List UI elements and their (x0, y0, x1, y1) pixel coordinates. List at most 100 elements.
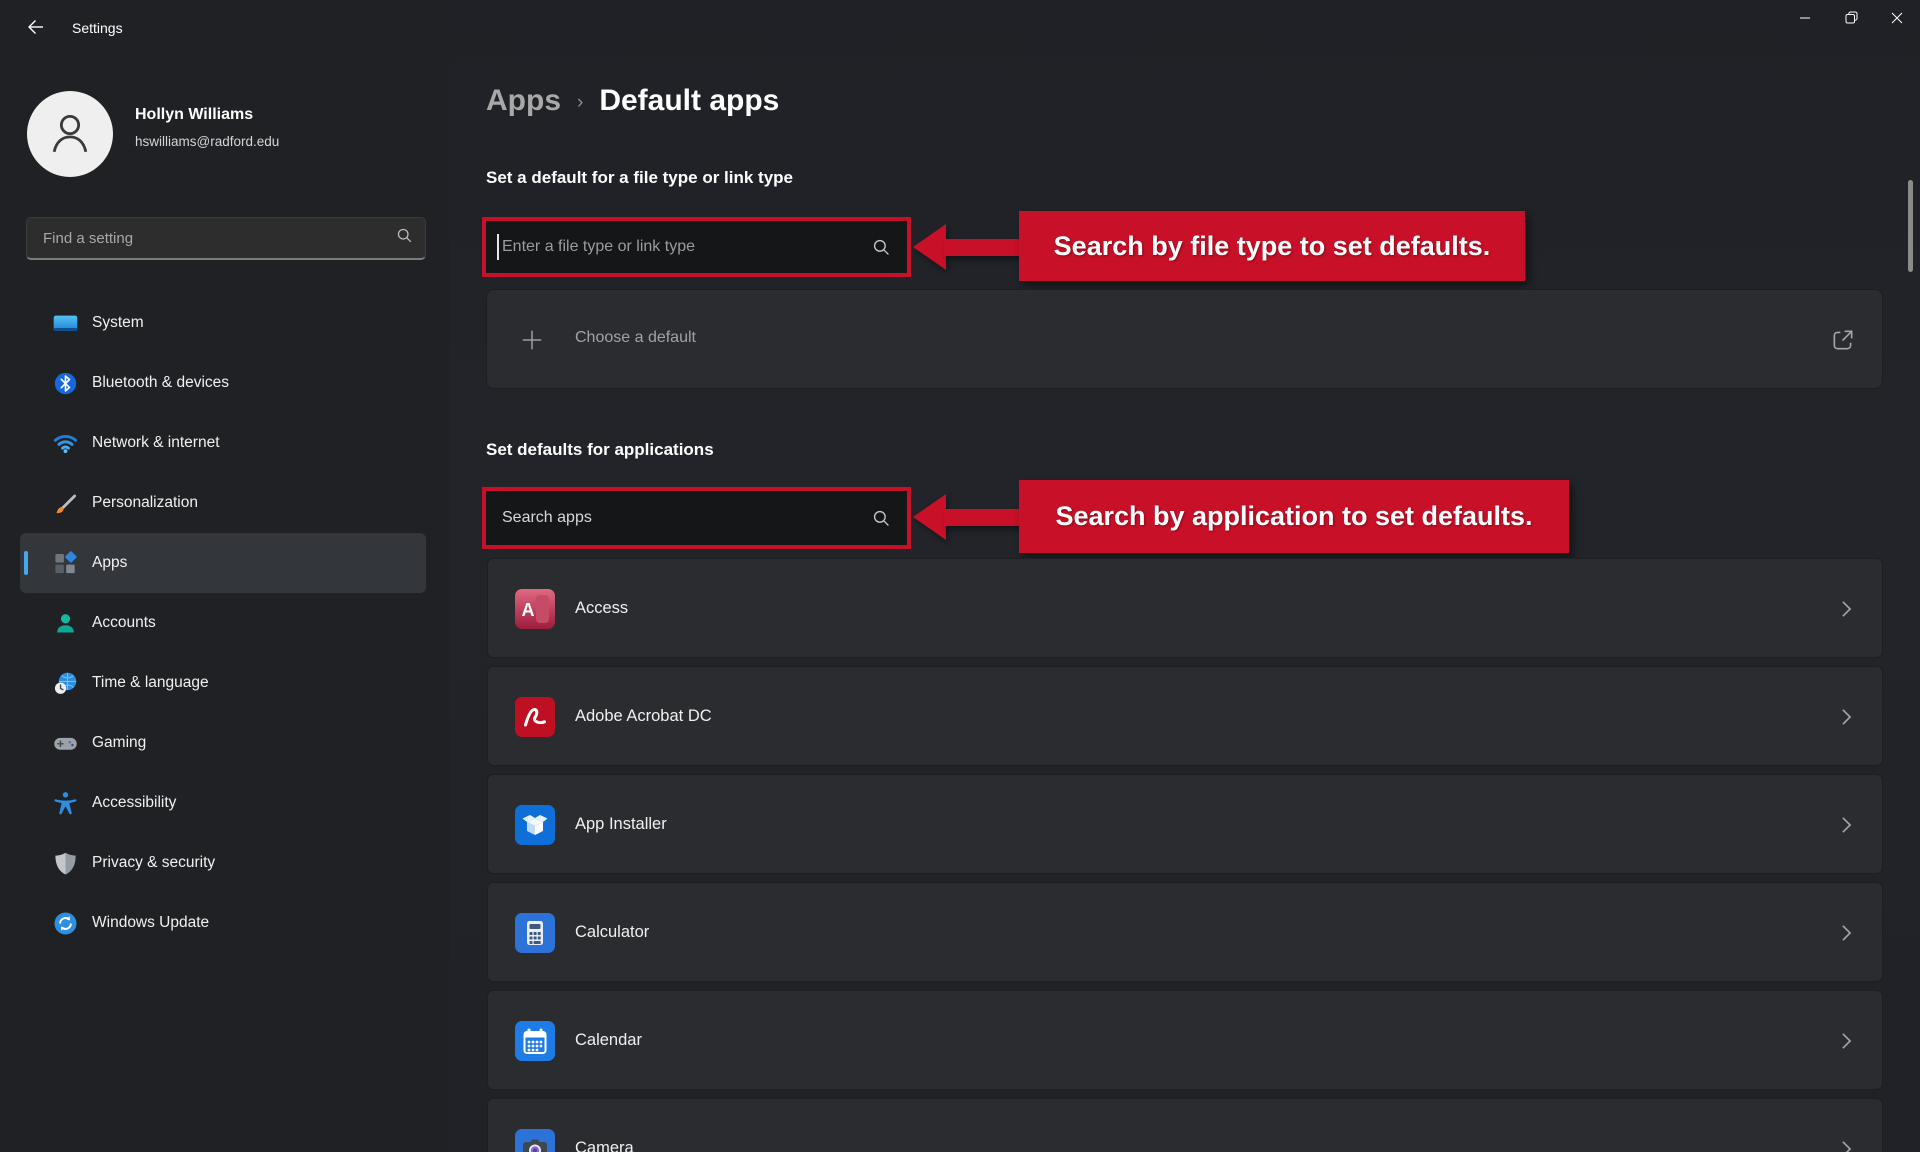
app-row-calculator[interactable]: Calculator (487, 882, 1883, 982)
chevron-right-icon (1841, 1140, 1852, 1152)
breadcrumb-apps-link[interactable]: Apps (486, 84, 561, 118)
breadcrumb: Apps › Default apps (486, 84, 779, 118)
restore-icon (1845, 11, 1858, 29)
annotation-file-type: Search by file type to set defaults. (1019, 211, 1525, 281)
sidebar-item-accounts[interactable]: Accounts (20, 593, 426, 653)
sidebar-item-label: Apps (92, 554, 127, 572)
back-arrow-icon (26, 17, 46, 42)
sidebar-item-label: Personalization (92, 494, 198, 512)
sidebar-item-label: Network & internet (92, 434, 220, 452)
sidebar-item-apps[interactable]: Apps (20, 533, 426, 593)
file-type-search-box[interactable] (482, 217, 911, 277)
sidebar-item-personalization[interactable]: Personalization (20, 473, 426, 533)
sidebar-item-windows-update[interactable]: Windows Update (20, 893, 426, 953)
sidebar-item-gaming[interactable]: Gaming (20, 713, 426, 773)
minimize-button[interactable] (1782, 0, 1828, 40)
find-a-setting-input[interactable] (41, 229, 396, 248)
sidebar-item-system[interactable]: System (20, 293, 426, 353)
minimize-icon (1799, 11, 1811, 29)
app-name: Adobe Acrobat DC (575, 707, 712, 726)
app-row-camera[interactable]: Camera (487, 1098, 1883, 1152)
sidebar-item-label: Privacy & security (92, 854, 215, 872)
camera-app-icon (515, 1129, 555, 1152)
settings-window: Settings Hollyn Williams hswilliams@radf… (0, 0, 1920, 1152)
annotation-arrow-head (913, 494, 946, 540)
text-caret (497, 234, 499, 260)
sidebar-item-label: System (92, 314, 144, 332)
plus-icon (519, 327, 545, 358)
sidebar-item-label: Windows Update (92, 914, 209, 932)
sidebar-item-time-language[interactable]: Time & language (20, 653, 426, 713)
sidebar-item-privacy-security[interactable]: Privacy & security (20, 833, 426, 893)
annotation-arrow-shaft (944, 239, 1024, 256)
search-icon[interactable] (872, 509, 891, 528)
maximize-restore-button[interactable] (1828, 0, 1874, 40)
file-type-search-input[interactable] (486, 237, 872, 257)
shield-icon (51, 849, 79, 877)
sidebar-nav: System Bluetooth & devices Network & int… (20, 293, 426, 953)
search-apps-input[interactable] (486, 508, 872, 528)
update-arrows-icon (51, 909, 79, 937)
find-a-setting-box[interactable] (26, 217, 426, 260)
chevron-right-icon (1841, 1032, 1852, 1055)
sidebar-item-accessibility[interactable]: Accessibility (20, 773, 426, 833)
calculator-app-icon (515, 913, 555, 953)
sidebar-item-label: Time & language (92, 674, 209, 692)
page-title: Default apps (599, 84, 779, 118)
title-bar: Settings (0, 0, 1920, 56)
apps-icon (51, 549, 79, 577)
system-icon (51, 309, 79, 337)
search-apps-box[interactable] (482, 487, 911, 549)
apps-section-heading: Set defaults for applications (486, 440, 714, 460)
breadcrumb-chevron-icon: › (577, 92, 583, 114)
choose-a-default-card[interactable]: Choose a default (486, 289, 1883, 389)
chevron-right-icon (1841, 924, 1852, 947)
app-name: Calendar (575, 1031, 642, 1050)
app-name: App Installer (575, 815, 667, 834)
annotation-text: Search by application to set defaults. (1055, 501, 1532, 532)
globe-clock-icon (51, 669, 79, 697)
user-email: hswilliams@radford.edu (135, 134, 279, 149)
app-row-app-installer[interactable]: App Installer (487, 774, 1883, 874)
gamepad-icon (51, 729, 79, 757)
sidebar-item-network-internet[interactable]: Network & internet (20, 413, 426, 473)
sidebar-item-bluetooth-devices[interactable]: Bluetooth & devices (20, 353, 426, 413)
acrobat-app-icon (515, 697, 555, 737)
accessibility-person-icon (51, 789, 79, 817)
calendar-app-icon (515, 1021, 555, 1061)
wifi-icon (51, 429, 79, 457)
back-button[interactable] (16, 14, 56, 44)
user-name: Hollyn Williams (135, 106, 253, 124)
avatar[interactable] (27, 91, 113, 177)
window-title: Settings (72, 20, 123, 36)
app-name: Access (575, 599, 628, 618)
annotation-arrow-head (913, 224, 946, 270)
sidebar-item-label: Gaming (92, 734, 146, 752)
selected-pill (24, 551, 28, 575)
search-icon[interactable] (872, 238, 891, 257)
search-icon (396, 227, 413, 249)
app-name: Camera (575, 1139, 634, 1152)
access-app-icon: A (515, 589, 555, 629)
choose-a-default-label: Choose a default (575, 329, 696, 347)
annotation-application: Search by application to set defaults. (1019, 480, 1569, 553)
app-name: Calculator (575, 923, 649, 942)
close-button[interactable] (1874, 0, 1920, 40)
chevron-right-icon (1841, 816, 1852, 839)
app-row-calendar[interactable]: Calendar (487, 990, 1883, 1090)
chevron-right-icon (1841, 600, 1852, 623)
file-type-section-heading: Set a default for a file type or link ty… (486, 168, 793, 188)
app-row-access[interactable]: A Access (487, 558, 1883, 658)
svg-text:A: A (522, 600, 535, 620)
chevron-right-icon (1841, 708, 1852, 731)
sidebar-item-label: Accounts (92, 614, 156, 632)
bluetooth-icon (51, 369, 79, 397)
person-icon (42, 104, 98, 165)
sidebar-item-label: Bluetooth & devices (92, 374, 229, 392)
accounts-person-icon (51, 609, 79, 637)
app-row-adobe-acrobat[interactable]: Adobe Acrobat DC (487, 666, 1883, 766)
vertical-scrollbar[interactable] (1908, 180, 1913, 272)
annotation-arrow-shaft (944, 509, 1024, 526)
sidebar-item-label: Accessibility (92, 794, 176, 812)
open-in-new-window-icon[interactable] (1830, 327, 1856, 358)
